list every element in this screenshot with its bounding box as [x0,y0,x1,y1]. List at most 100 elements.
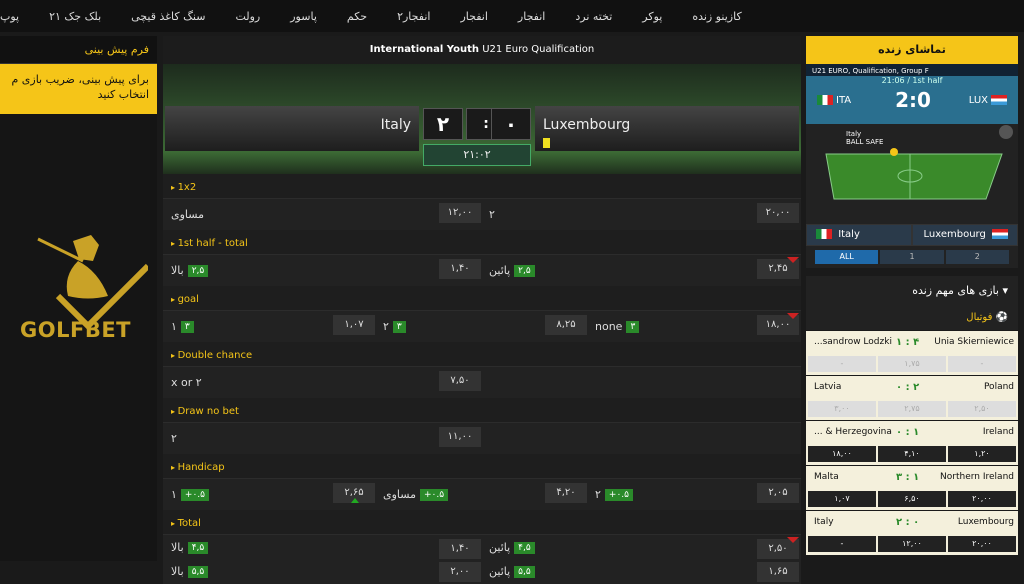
nav-crash-2[interactable]: انفجار [460,10,487,23]
odd-button[interactable]: ۱۱,۰۰ [439,427,481,447]
match-odd-button[interactable]: ۱۸,۰۰ [808,446,876,462]
live-home: ITA [814,95,851,106]
odd-button[interactable]: ۱,۰۷ [333,315,375,335]
line-badge: +۰.۵ [419,489,449,501]
market-goal[interactable]: goal [163,286,801,310]
note-line-1: برای پیش بینی، ضریب بازی م [11,73,149,86]
none-label: none [595,320,623,333]
team-italy[interactable]: Italy [807,225,911,245]
tab-2[interactable]: 2 [945,250,1009,264]
odd-value: ۲,۶۵ [344,487,364,498]
match-odd-button[interactable]: ۱۲,۰۰ [878,536,946,552]
live-home-code: ITA [836,95,852,106]
match-row[interactable]: Malta ۳ : ۱ Northern Ireland ۱,۰۷ ۶,۵۰ ۲۰,۰۰ [806,466,1018,510]
odd-label: بالا ۲,۵ [171,264,209,277]
live-time: 21:06 / 1st half [881,76,943,85]
line-badge: ۴,۵ [514,542,535,554]
market-1st-half-total[interactable]: 1st half - total [163,230,801,254]
tab-1[interactable]: 1 [880,250,944,264]
market-double-chance[interactable]: Double chance [163,342,801,366]
odd-label: ۲۳ [383,320,406,333]
odd-label: ۱۳ [171,320,194,333]
match-row[interactable]: ... & Herzegovina ۰ : ۱ Ireland ۱۸,۰۰ ۴,۱۰ ۱,… [806,421,1018,465]
pitch-label: Italy BALL SAFE [846,130,883,146]
odd-button[interactable]: ۴,۲۰ [545,483,587,503]
odds-row: x or ۲ ۷,۵۰ [163,366,801,398]
odd-button[interactable]: ۲,۰۰ [439,562,481,582]
odd-button[interactable]: ۷,۵۰ [439,371,481,391]
match-odd-button[interactable]: ۱,۰۷ [808,491,876,507]
nav-roulette[interactable]: رولت [235,10,260,23]
match-odd-button[interactable]: ۱,۷۵ [878,356,946,372]
nav-pop[interactable]: پوپ [0,10,19,23]
match-odd-button[interactable]: ۳,۰۰ [808,401,876,417]
odd-label: پائین ۴,۵ [489,541,535,554]
nav-live-casino[interactable]: کازینو زنده [692,10,741,23]
match-odd-button[interactable]: ۲,۵۰ [948,401,1016,417]
odds-down-icon [787,537,799,543]
line-badge: ۴,۵ [187,542,209,554]
two-label: ۲ [383,320,389,333]
match-odd-button[interactable]: ۲۰,۰۰ [948,536,1016,552]
title-rest: U21 Euro Qualification [479,44,595,55]
odd-button[interactable]: ۱,۶۵ [757,562,799,582]
live-away: LUX [969,95,1010,106]
one-label: ۱ [171,488,177,501]
odd-button[interactable]: ۱۲,۰۰ [439,203,481,223]
match-odds: ۳,۰۰ ۲,۷۵ ۲,۵۰ [808,401,1016,417]
live-away-code: LUX [968,95,988,106]
match-odd-button[interactable]: - [808,356,876,372]
team-luxembourg[interactable]: Luxembourg [913,225,1017,245]
odds-row: بالا ۴,۵ ۱,۴۰ پائین ۴,۵ ۲,۵۰ [163,534,801,560]
nav-crash[interactable]: انفجار [518,10,545,23]
odd-button[interactable]: ۲,۶۵ [333,483,375,503]
match-row[interactable]: Latvia ۰ : ۲ Poland ۳,۰۰ ۲,۷۵ ۲,۵۰ [806,376,1018,420]
odd-button[interactable]: ۲,۴۵ [757,257,799,279]
odd-label: پائین ۵,۵ [489,565,535,578]
market-draw-no-bet[interactable]: Draw no bet [163,398,801,422]
market-total[interactable]: Total [163,510,801,534]
odd-button[interactable]: ۱,۴۰ [439,259,481,279]
nav-blackjack[interactable]: بلک جک ۲۱ [49,10,101,23]
nav-poker[interactable]: پوکر [642,10,662,23]
competition-label: U21 EURO, Qualification, Group F [806,64,1018,76]
nav-rps[interactable]: سنگ کاغذ قیچی [131,10,205,23]
odd-label: ۱ +۰.۵ [171,488,209,501]
football-icon: ⚽ [995,312,1008,323]
match-away: Ireland [982,427,1014,437]
odd-label: مساوی +۰.۵ [383,488,449,501]
match-odd-button[interactable]: ۲۰,۰۰ [948,491,1016,507]
market-handicap[interactable]: Handicap [163,454,801,478]
nav-hokm[interactable]: حکم [347,10,367,23]
odd-value: ۲,۴۵ [768,263,788,274]
odd-label: بالا ۵,۵ [171,565,209,578]
odd-button[interactable]: ۸,۲۵ [545,315,587,335]
match-row[interactable]: Italy ۲ : ۰ Luxembourg -۱۲,۰۰ ۲۰,۰۰ [806,511,1018,555]
match-odd-button[interactable]: - [948,356,1016,372]
odd-button[interactable]: ۱,۴۰ [439,539,481,559]
line-badge: ۲,۵ [187,265,209,277]
pitch-status: BALL SAFE [846,138,884,146]
important-title: بازی های مهم زنده [912,284,999,297]
nav-pasur[interactable]: پاسور [290,10,317,23]
odd-button[interactable]: ۲,۵۰ [757,537,799,559]
nav-backgammon[interactable]: تخته نرد [575,10,612,23]
match-odd-button[interactable]: ۱,۲۰ [948,446,1016,462]
match-odd-button[interactable]: ۲,۷۵ [878,401,946,417]
odd-button[interactable]: ۲۰,۰۰ [757,203,799,223]
match-odd-button[interactable]: ۶,۵۰ [878,491,946,507]
important-list: ...sandrow Lodzki ۱ : ۴ Unia Skierniewice -… [806,331,1018,555]
market-1x2[interactable]: 1x2 [163,174,801,198]
odd-button[interactable]: ۱۸,۰۰ [757,313,799,335]
live-header: تماشای زنده [806,36,1018,64]
tab-all[interactable]: ALL [815,250,879,264]
match-odds: ۱۸,۰۰ ۴,۱۰ ۱,۲۰ [808,446,1016,462]
draw-label: مساوی [383,488,416,501]
match-odd-button[interactable]: ۴,۱۰ [878,446,946,462]
match-row[interactable]: ...sandrow Lodzki ۱ : ۴ Unia Skierniewice -… [806,331,1018,375]
odd-button[interactable]: ۲,۰۵ [757,483,799,503]
chevron-down-icon[interactable]: ▾ [1002,284,1008,297]
odd-label: مساوی [171,208,204,221]
match-odd-button[interactable]: - [808,536,876,552]
nav-crash-3[interactable]: انفجار۲ [397,10,430,23]
